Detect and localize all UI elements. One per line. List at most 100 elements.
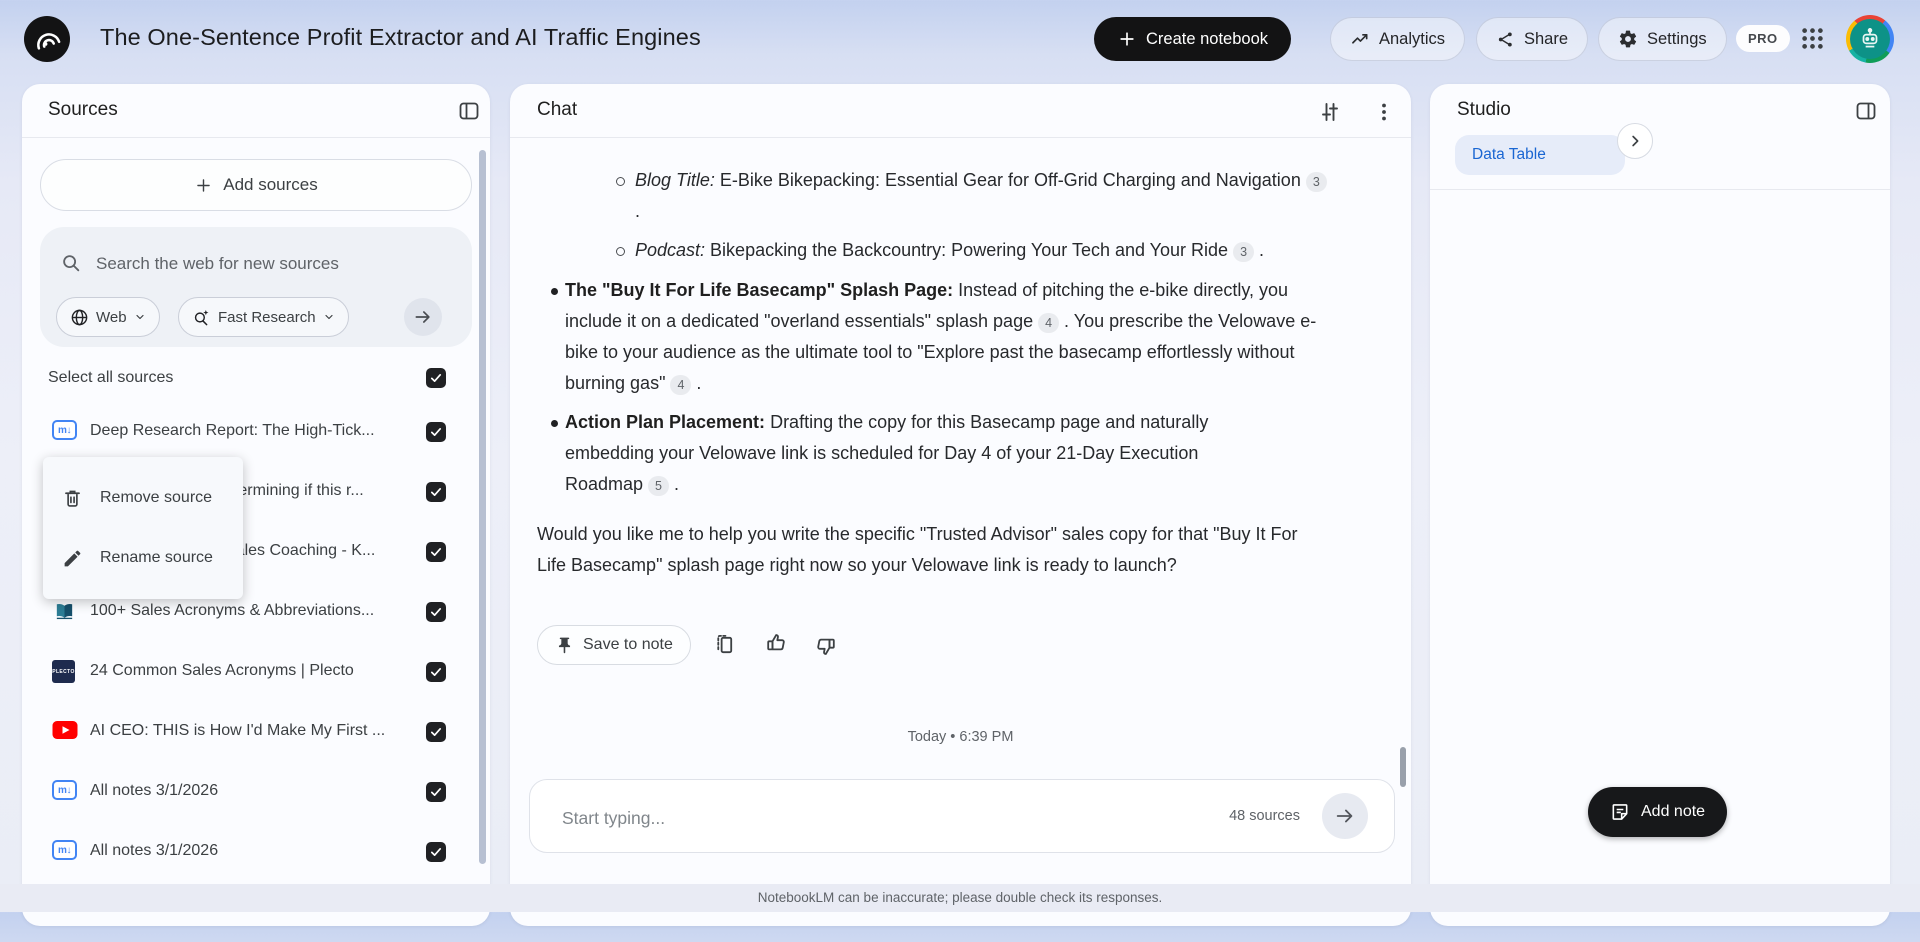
source-checkbox[interactable] xyxy=(426,722,446,742)
chat-message-sub-bullet: Podcast: Bikepacking the Backcountry: Po… xyxy=(635,240,1265,262)
source-checkbox[interactable] xyxy=(426,662,446,682)
send-message-button[interactable] xyxy=(1322,793,1368,839)
data-table-chip[interactable]: Data Table xyxy=(1455,135,1625,175)
source-checkbox[interactable] xyxy=(426,422,446,442)
chat-settings-button[interactable] xyxy=(1318,100,1342,124)
create-notebook-button[interactable]: Create notebook xyxy=(1094,17,1292,61)
collapse-sources-button[interactable] xyxy=(457,99,481,123)
source-title: AI CEO: THIS is How I'd Make My First ..… xyxy=(90,722,386,739)
bullet-marker xyxy=(551,420,558,427)
kebab-menu-icon xyxy=(1382,103,1386,121)
source-title: 100+ Sales Acronyms & Abbreviations... xyxy=(90,602,375,619)
add-note-icon xyxy=(1612,804,1628,820)
analytics-button[interactable]: Analytics xyxy=(1330,17,1466,61)
collapse-studio-button[interactable] xyxy=(1854,99,1878,123)
studio-item[interactable]: Strategic Traffic and Distribution... 22… xyxy=(1430,682,1890,762)
add-note-button[interactable]: Add note xyxy=(1588,787,1728,837)
plus-icon xyxy=(1120,32,1134,46)
gear-icon xyxy=(1619,30,1637,48)
source-list-item[interactable]: m↓ Deep Research Report: The High-Tick..… xyxy=(0,412,468,452)
source-checkbox[interactable] xyxy=(426,782,446,802)
check-icon xyxy=(430,374,442,382)
chevron-right-icon xyxy=(1632,135,1639,147)
studio-item[interactable]: Mastering the Architecture of High... 48… xyxy=(1430,502,1890,582)
chat-menu-button[interactable] xyxy=(1372,100,1396,124)
source-title: Sales Coaching - K... xyxy=(225,542,376,559)
citation-badge[interactable]: 4 xyxy=(1038,313,1060,333)
source-checkbox[interactable] xyxy=(426,602,446,622)
sub-bullet-marker xyxy=(616,177,625,186)
studio-item[interactable]: High Ticket Architecture 48 sources • 1m… xyxy=(1430,232,1890,312)
check-icon xyxy=(430,728,442,736)
select-all-checkbox[interactable] xyxy=(426,368,446,388)
check-icon xyxy=(430,488,442,496)
source-title: 24 Common Sales Acronyms | Plecto xyxy=(90,662,354,679)
sources-panel-title: Sources xyxy=(48,99,118,120)
search-submit-button[interactable] xyxy=(404,298,442,336)
check-icon xyxy=(430,428,442,436)
source-list-item[interactable]: m↓ All notes 3/1/2026 xyxy=(0,772,468,812)
studio-item[interactable]: The Psychology of Persuasion: Hig... 22d… xyxy=(1430,592,1890,672)
apps-grid-button[interactable] xyxy=(1799,25,1826,52)
panel-right-icon xyxy=(1856,102,1876,120)
remove-source-menu-item[interactable]: Remove source xyxy=(43,468,243,528)
chat-message-sub-bullet: Blog Title: E-Bike Bikepacking: Essentia… xyxy=(635,165,1335,227)
source-title: etermining if this r... xyxy=(225,482,364,499)
pencil-icon xyxy=(64,550,81,566)
studio-item[interactable]: How Sales Systems Map... 48 sources • 12… xyxy=(1430,412,1890,492)
source-search-input[interactable] xyxy=(94,250,388,278)
chat-input[interactable] xyxy=(560,797,984,839)
source-title: Deep Research Report: The High-Tick... xyxy=(90,422,375,439)
thumbs-up-icon xyxy=(767,634,785,651)
share-icon xyxy=(1498,31,1512,47)
copy-icon xyxy=(717,634,733,654)
chat-message-bullet: The "Buy It For Life Basecamp" Splash Pa… xyxy=(565,280,1317,395)
studio-divider xyxy=(1430,189,1890,190)
settings-button[interactable]: Settings xyxy=(1598,17,1727,61)
source-checkbox[interactable] xyxy=(426,482,446,502)
source-list-item[interactable]: m↓ All notes 3/1/2026 xyxy=(0,832,468,872)
citation-badge[interactable]: 4 xyxy=(670,375,692,395)
share-button[interactable]: Share xyxy=(1476,17,1589,61)
copy-button[interactable] xyxy=(713,633,736,656)
markdown-doc-icon: m↓ xyxy=(52,420,77,440)
source-title: All notes 3/1/2026 xyxy=(90,842,219,859)
chat-header-divider xyxy=(510,137,1411,138)
studio-item[interactable]: High-Ticket Mastery Sales Blueprint 48 s… xyxy=(1430,322,1890,402)
thumbs-up-button[interactable] xyxy=(764,631,788,655)
apps-grid-icon xyxy=(1802,28,1823,49)
check-icon xyxy=(430,548,442,556)
source-checkbox[interactable] xyxy=(426,842,446,862)
user-avatar[interactable] xyxy=(1846,15,1894,63)
source-list-item[interactable]: PLECTO 24 Common Sales Acronyms | Plecto xyxy=(0,652,468,692)
save-to-note-button[interactable]: Save to note xyxy=(537,625,691,665)
thumbs-down-button[interactable] xyxy=(814,634,838,658)
logo-arcs-icon xyxy=(37,33,61,50)
citation-badge[interactable]: 3 xyxy=(1305,172,1327,192)
chat-scrollbar[interactable] xyxy=(1400,747,1406,787)
citation-badge[interactable]: 3 xyxy=(1233,242,1255,262)
search-icon xyxy=(60,252,82,274)
markdown-doc-icon: m↓ xyxy=(52,840,77,860)
source-list-item[interactable]: AI CEO: THIS is How I'd Make My First ..… xyxy=(0,712,468,752)
notebooklm-logo[interactable] xyxy=(24,16,70,62)
sub-bullet-marker xyxy=(616,247,625,256)
source-checkbox[interactable] xyxy=(426,542,446,562)
trash-icon xyxy=(65,490,80,507)
panel-left-icon xyxy=(459,102,479,120)
add-sources-button[interactable]: Add sources xyxy=(40,159,472,211)
citation-badge[interactable]: 5 xyxy=(648,476,669,496)
rename-source-menu-item[interactable]: Rename source xyxy=(43,528,243,588)
chat-source-count: 48 sources xyxy=(1229,808,1300,824)
avatar-robot-image xyxy=(1850,19,1890,59)
chevron-down-icon xyxy=(324,314,333,320)
expand-data-table-button[interactable] xyxy=(1617,123,1653,159)
sources-scrollbar[interactable] xyxy=(479,150,486,864)
chat-message-closing: Would you like me to help you write the … xyxy=(537,524,1298,575)
web-filter-chip[interactable]: Web xyxy=(56,297,160,337)
notebook-title[interactable]: The One-Sentence Profit Extractor and AI… xyxy=(100,24,701,51)
sources-header-divider xyxy=(22,137,490,138)
source-context-menu: Remove source Rename source xyxy=(43,457,243,599)
select-all-label: Select all sources xyxy=(48,369,174,386)
research-mode-chip[interactable]: Fast Research xyxy=(178,297,349,337)
